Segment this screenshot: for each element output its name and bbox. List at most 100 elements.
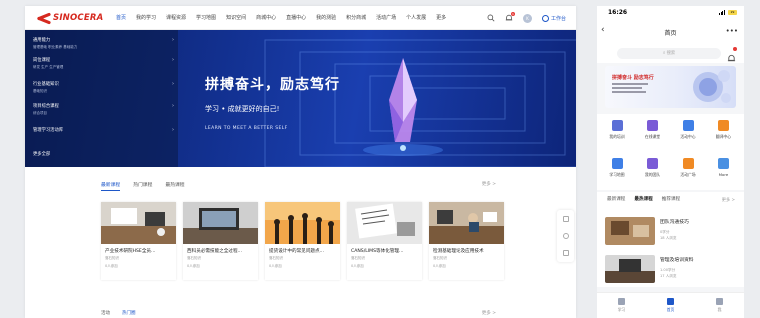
workbench-label: 工作台 (550, 15, 566, 22)
course-meta: 落石知识 (433, 256, 447, 260)
mobile-screen: 16:26 29 ‹ 首页 ••• ⌕ 搜索 拼搏奋斗 励志笃行 我的培训 在线课… (597, 6, 744, 318)
feature-icon (647, 120, 658, 131)
mobile-grid-item[interactable]: 学习地图 (599, 154, 635, 188)
mobile-notification-dot (733, 47, 737, 51)
mobile-more-link[interactable]: 更多 > (722, 192, 735, 207)
course-meta: 落石知识 (351, 256, 365, 260)
nav-item[interactable]: 首页 (111, 6, 131, 30)
mobile-tabbar-item[interactable]: 首页 (646, 293, 695, 318)
side-menu-item[interactable]: 更多全部 (25, 148, 178, 168)
mobile-tabbar-label: 首页 (666, 307, 675, 312)
banner-subtitle: 学习 • 成就更好的自己! (205, 105, 280, 113)
nav-item[interactable]: 知识空间 (221, 6, 251, 30)
search-icon[interactable] (485, 12, 497, 24)
side-menu-item[interactable]: 通用能力 管理基础 职业素养 基础能力 › (25, 34, 178, 54)
main-nav: 首页 我的学习 课程资源 学习地图 知识空间 商城中心 直播中心 我的测验 积分商城 活动广场 个人… (111, 6, 451, 30)
user-icon (716, 298, 723, 305)
mobile-grid-label: 学习地图 (609, 172, 625, 177)
course-count: 0人参加 (105, 264, 118, 268)
side-menu-title: 行业基础知识 (33, 82, 59, 87)
course-card[interactable]: CANS/LIMS等体化管理... 落石知识 0人参加 (347, 202, 422, 280)
chat-button[interactable] (557, 244, 574, 261)
feature-icon (718, 120, 729, 131)
side-menu-title: 管理学习活动库 (33, 128, 64, 133)
course-card[interactable]: 检测基础理论及应用技术 落石知识 0人参加 (429, 202, 504, 280)
course-card[interactable]: 西科员必需技能之全过程... 落石知识 0人参加 (183, 202, 258, 280)
status-bar: 16:26 29 (597, 6, 744, 21)
nav-item[interactable]: 学习地图 (191, 6, 221, 30)
course-thumbnail (265, 202, 340, 244)
nav-item[interactable]: 活动广场 (371, 6, 401, 30)
mobile-grid-item[interactable]: 我的团队 (635, 154, 671, 188)
avatar[interactable]: K (522, 13, 532, 23)
chevron-right-icon: › (172, 37, 174, 43)
mobile-course-tab[interactable]: 最新课程 (607, 192, 625, 207)
mobile-search-input[interactable]: ⌕ 搜索 (617, 48, 721, 59)
more-menu-icon[interactable]: ••• (726, 27, 738, 35)
course-meta: 落石知识 (105, 256, 119, 260)
nav-item[interactable]: 课程资源 (161, 6, 191, 30)
mobile-grid-item[interactable]: 我的培训 (599, 116, 635, 150)
side-menu-item[interactable]: 行业基础知识 基础知识 › (25, 78, 178, 98)
bottom-more-link[interactable]: 更多 > (482, 310, 496, 316)
document-icon (562, 215, 569, 222)
feature-icon (611, 120, 623, 131)
mobile-course-tab[interactable]: 推荐课程 (662, 192, 680, 207)
course-count: 0人参加 (433, 264, 446, 268)
side-menu-item[interactable]: 管理学习活动库 › (25, 124, 178, 144)
desktop-window: SINOCERA 首页 我的学习 课程资源 学习地图 知识空间 商城中心 直播中心 我的测验积… (25, 6, 576, 318)
side-menu-sub: 管理基础 职业素养 基础能力 (33, 44, 78, 49)
bottom-section-tab[interactable]: 活动 (101, 310, 110, 316)
mobile-course-thumbnail (605, 255, 655, 283)
nav-item[interactable]: 更多 (431, 6, 451, 30)
course-meta: 落石知识 (269, 256, 283, 260)
bell-icon[interactable]: 1 (503, 12, 515, 24)
mobile-course-tab[interactable]: 最热课程 (634, 192, 652, 207)
top-header: SINOCERA 首页 我的学习 课程资源 学习地图 知识空间 商城中心 直播中心 我的测验积… (25, 6, 576, 30)
course-count: 0人参加 (269, 264, 282, 268)
side-menu-sub: 研发 生产 生产管理 (33, 64, 64, 69)
mobile-grid-item[interactable]: 翻译中心 (706, 116, 742, 150)
nav-item[interactable]: 我的学习 (131, 6, 161, 30)
nav-item[interactable]: 个人发展 (401, 6, 431, 30)
mobile-course-list: 团队沟通技巧 0学分 18 人浏览 管理及培训资料 1.00学分 17 人浏览 (597, 207, 744, 287)
more-link[interactable]: 更多 > (482, 181, 496, 187)
nav-item[interactable]: 积分商城 (341, 6, 371, 30)
workbench-button[interactable]: 工作台 (541, 14, 566, 22)
mobile-banner[interactable]: 拼搏奋斗 励志笃行 (605, 66, 736, 108)
brand-logo[interactable]: SINOCERA (37, 11, 103, 25)
side-menu-sub: 综合项目 (33, 110, 47, 115)
chevron-right-icon: › (172, 103, 174, 109)
course-card[interactable]: 产业技术研院HSE全员... 落石知识 0人参加 (101, 202, 176, 280)
side-menu-item[interactable]: 岗位课程 研发 生产 生产管理 › (25, 54, 178, 74)
nav-item[interactable]: 我的测验 (311, 6, 341, 30)
course-tab[interactable]: 最热课程 (165, 181, 184, 191)
mobile-banner-text-line (612, 83, 648, 85)
notification-badge: 1 (510, 12, 515, 16)
nav-item[interactable]: 直播中心 (281, 6, 311, 30)
help-icon (562, 232, 569, 239)
side-menu-item[interactable]: 项目综合课程 综合项目 › (25, 100, 178, 120)
mobile-course-item[interactable]: 团队沟通技巧 0学分 18 人浏览 (605, 213, 736, 249)
feature-icon (682, 120, 694, 131)
mobile-grid-item[interactable]: More (706, 154, 742, 188)
mobile-bell-icon[interactable] (727, 47, 737, 62)
mobile-tabbar-item[interactable]: 我 (695, 293, 744, 318)
nav-item[interactable]: 商城中心 (251, 6, 281, 30)
mobile-course-item[interactable]: 管理及培训资料 1.00学分 17 人浏览 (605, 251, 736, 287)
course-tab[interactable]: 热门课程 (133, 181, 152, 191)
mobile-tabbar-item[interactable]: 学习 (597, 293, 646, 318)
feedback-button[interactable] (557, 210, 574, 227)
feature-icon (718, 158, 729, 169)
bottom-section-tab[interactable]: 热门圈 (122, 310, 136, 316)
mobile-grid-item[interactable]: 活动广场 (670, 154, 706, 188)
help-button[interactable] (557, 227, 574, 244)
mobile-grid-item[interactable]: 活动中心 (670, 116, 706, 150)
course-tab[interactable]: 最新课程 (101, 181, 121, 191)
course-title: CANS/LIMS等体化管理... (351, 249, 404, 254)
feature-icon (647, 158, 658, 169)
mobile-grid-item[interactable]: 在线课堂 (635, 116, 671, 150)
mobile-search-row: ⌕ 搜索 (597, 45, 744, 63)
course-thumbnail (429, 202, 504, 244)
course-card[interactable]: 提货设计中的常见问题点... 落石知识 0人参加 (265, 202, 340, 280)
